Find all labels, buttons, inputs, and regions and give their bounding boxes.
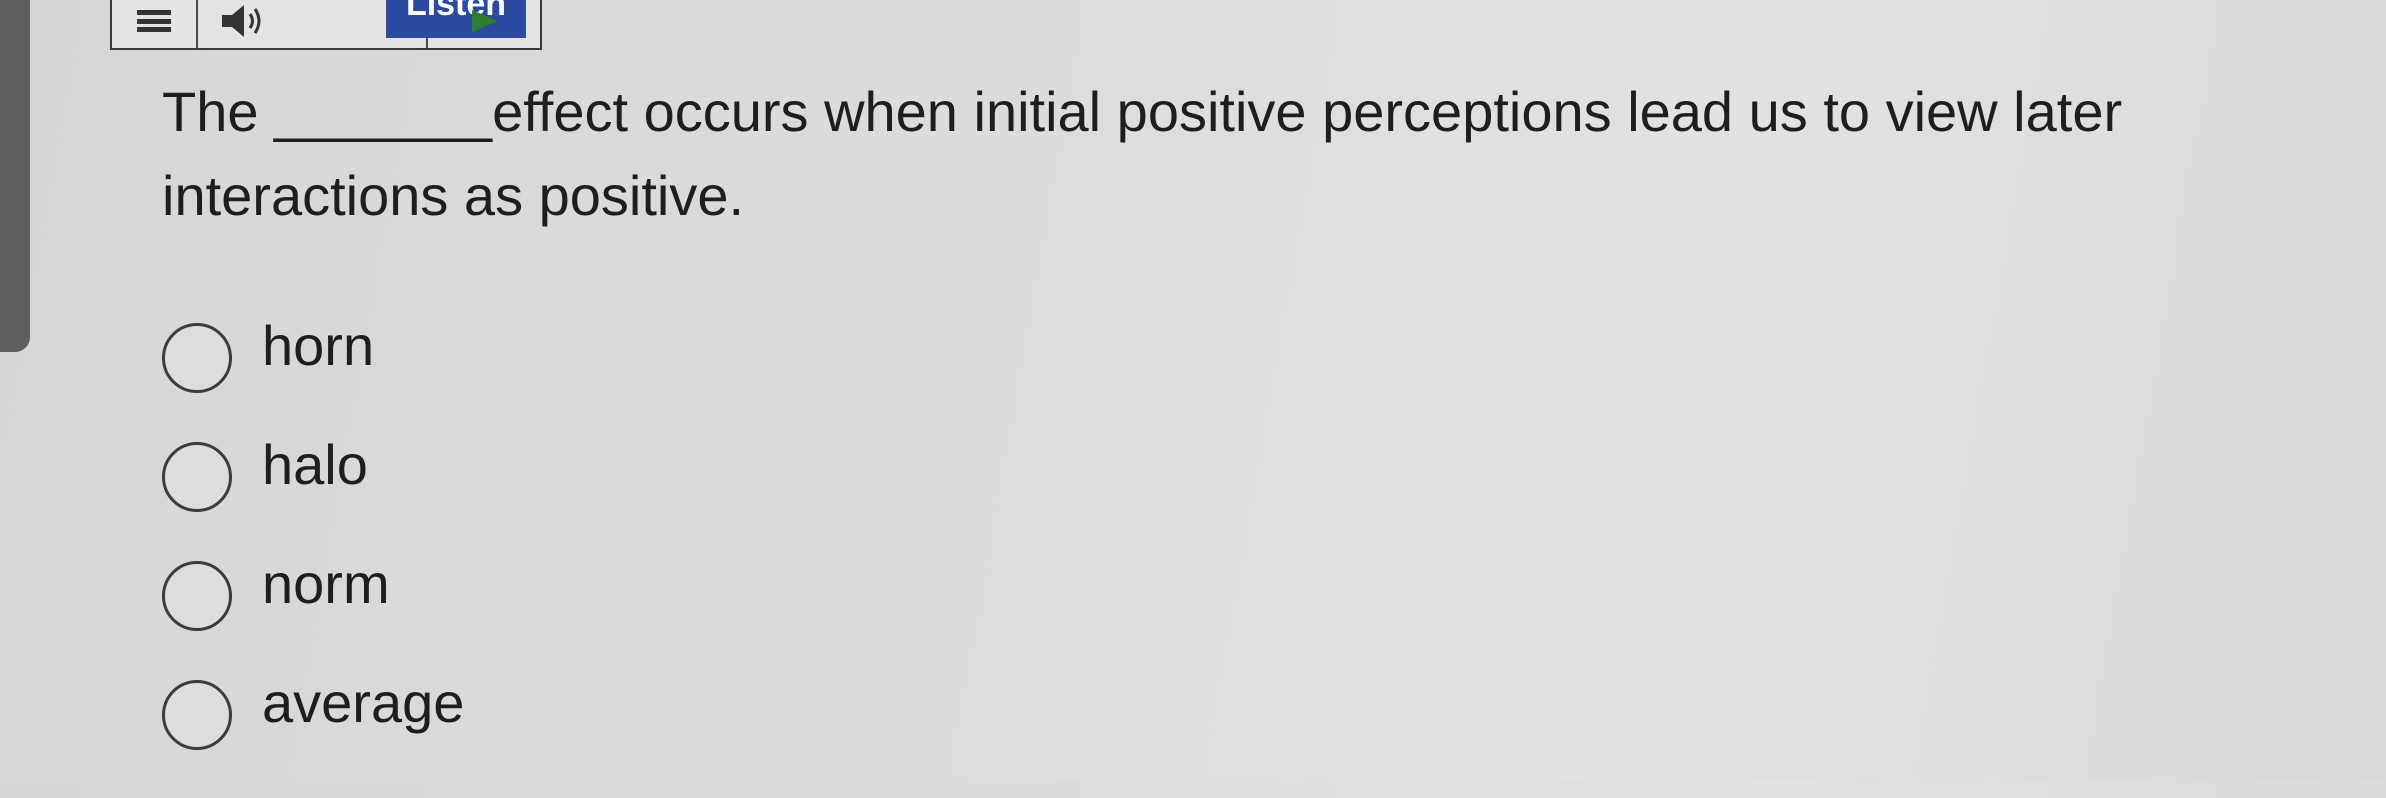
option-label: norm bbox=[262, 552, 390, 615]
speaker-icon bbox=[222, 5, 261, 37]
play-button[interactable] bbox=[428, 0, 540, 48]
menu-button[interactable] bbox=[112, 0, 198, 48]
listen-button[interactable]: Listen bbox=[198, 0, 526, 48]
hamburger-icon bbox=[137, 10, 171, 32]
radio-button[interactable] bbox=[162, 680, 232, 750]
option-halo[interactable]: halo bbox=[162, 435, 464, 513]
option-norm[interactable]: norm bbox=[162, 554, 464, 632]
option-label: average bbox=[262, 671, 465, 734]
play-icon bbox=[472, 10, 498, 32]
option-label: horn bbox=[262, 314, 375, 377]
radio-button[interactable] bbox=[162, 442, 232, 512]
radio-button[interactable] bbox=[162, 561, 232, 631]
question-text: The _______effect occurs when initial po… bbox=[162, 80, 2123, 227]
option-label: halo bbox=[262, 433, 368, 496]
answer-options: horn halo norm average bbox=[162, 316, 464, 798]
option-average[interactable]: average bbox=[162, 673, 464, 751]
readspeaker-toolbar: Listen bbox=[110, 0, 542, 50]
scrollbar-thumb[interactable] bbox=[0, 0, 30, 352]
option-horn[interactable]: horn bbox=[162, 316, 464, 394]
radio-button[interactable] bbox=[162, 323, 232, 393]
